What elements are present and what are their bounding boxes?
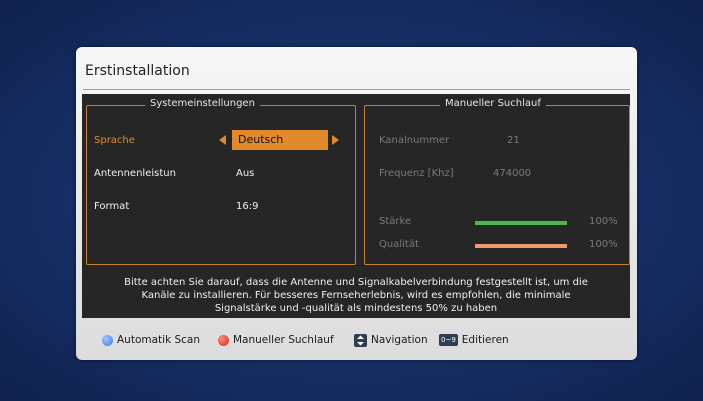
arrow-right-icon[interactable] (332, 135, 339, 145)
language-select[interactable]: Deutsch (232, 130, 328, 150)
channel-number-label: Kanalnummer (379, 135, 450, 146)
navigation-label: Navigation (371, 334, 428, 346)
title-divider (83, 89, 630, 90)
navigation-arrows-icon (354, 333, 367, 347)
navigation-hint[interactable]: Navigation (354, 331, 428, 349)
number-keys-icon: 0~9 (439, 334, 458, 346)
manual-search-panel: Manueller Suchlauf Kanalnummer 21 Freque… (364, 98, 630, 265)
quality-bar (475, 244, 567, 248)
antenna-power-label: Antennenleistun (94, 168, 176, 179)
system-settings-panel: Systemeinstellungen Sprache Deutsch Ante… (86, 98, 356, 265)
blue-button-icon (102, 334, 113, 346)
edit-label: Editieren (461, 334, 509, 346)
auto-scan-label: Automatik Scan (117, 334, 201, 346)
quality-label: Qualität (379, 239, 419, 250)
format-value[interactable]: 16:9 (236, 201, 258, 212)
quality-value: 100% (589, 239, 618, 250)
installation-hint-text: Bitte achten Sie darauf, dass die Antenn… (82, 276, 630, 318)
format-label: Format (94, 201, 130, 212)
hint-line-1: Bitte achten Sie darauf, dass die Antenn… (124, 277, 588, 288)
dialog-content: Systemeinstellungen Sprache Deutsch Ante… (82, 94, 630, 318)
language-label: Sprache (94, 135, 135, 146)
channel-number-value: 21 (507, 135, 520, 146)
manual-search-key-label: Manueller Suchlauf (233, 334, 334, 346)
first-installation-dialog: Erstinstallation Systemeinstellungen Spr… (76, 47, 637, 360)
antenna-power-value[interactable]: Aus (236, 168, 254, 179)
strength-bar (475, 221, 567, 225)
manual-search-hint[interactable]: Manueller Suchlauf (218, 331, 334, 349)
arrow-left-icon[interactable] (219, 135, 226, 145)
hint-line-2: Kanäle zu installieren. Für besseres Fer… (141, 290, 571, 301)
strength-label: Stärke (379, 216, 412, 227)
auto-scan-hint[interactable]: Automatik Scan (102, 331, 200, 349)
system-settings-legend: Systemeinstellungen (145, 98, 260, 109)
hint-line-3: Signalstärke und -qualität als mindesten… (214, 303, 498, 314)
red-button-icon (218, 334, 229, 346)
frequency-label: Frequenz [Khz] (379, 168, 454, 179)
frequency-value: 474000 (493, 168, 532, 179)
manual-search-legend: Manueller Suchlauf (440, 98, 546, 109)
edit-hint[interactable]: 0~9 Editieren (439, 331, 509, 349)
key-legend-footer: Automatik Scan Manueller Suchlauf Naviga… (76, 331, 637, 349)
dialog-title: Erstinstallation (85, 63, 190, 79)
strength-value: 100% (589, 216, 618, 227)
